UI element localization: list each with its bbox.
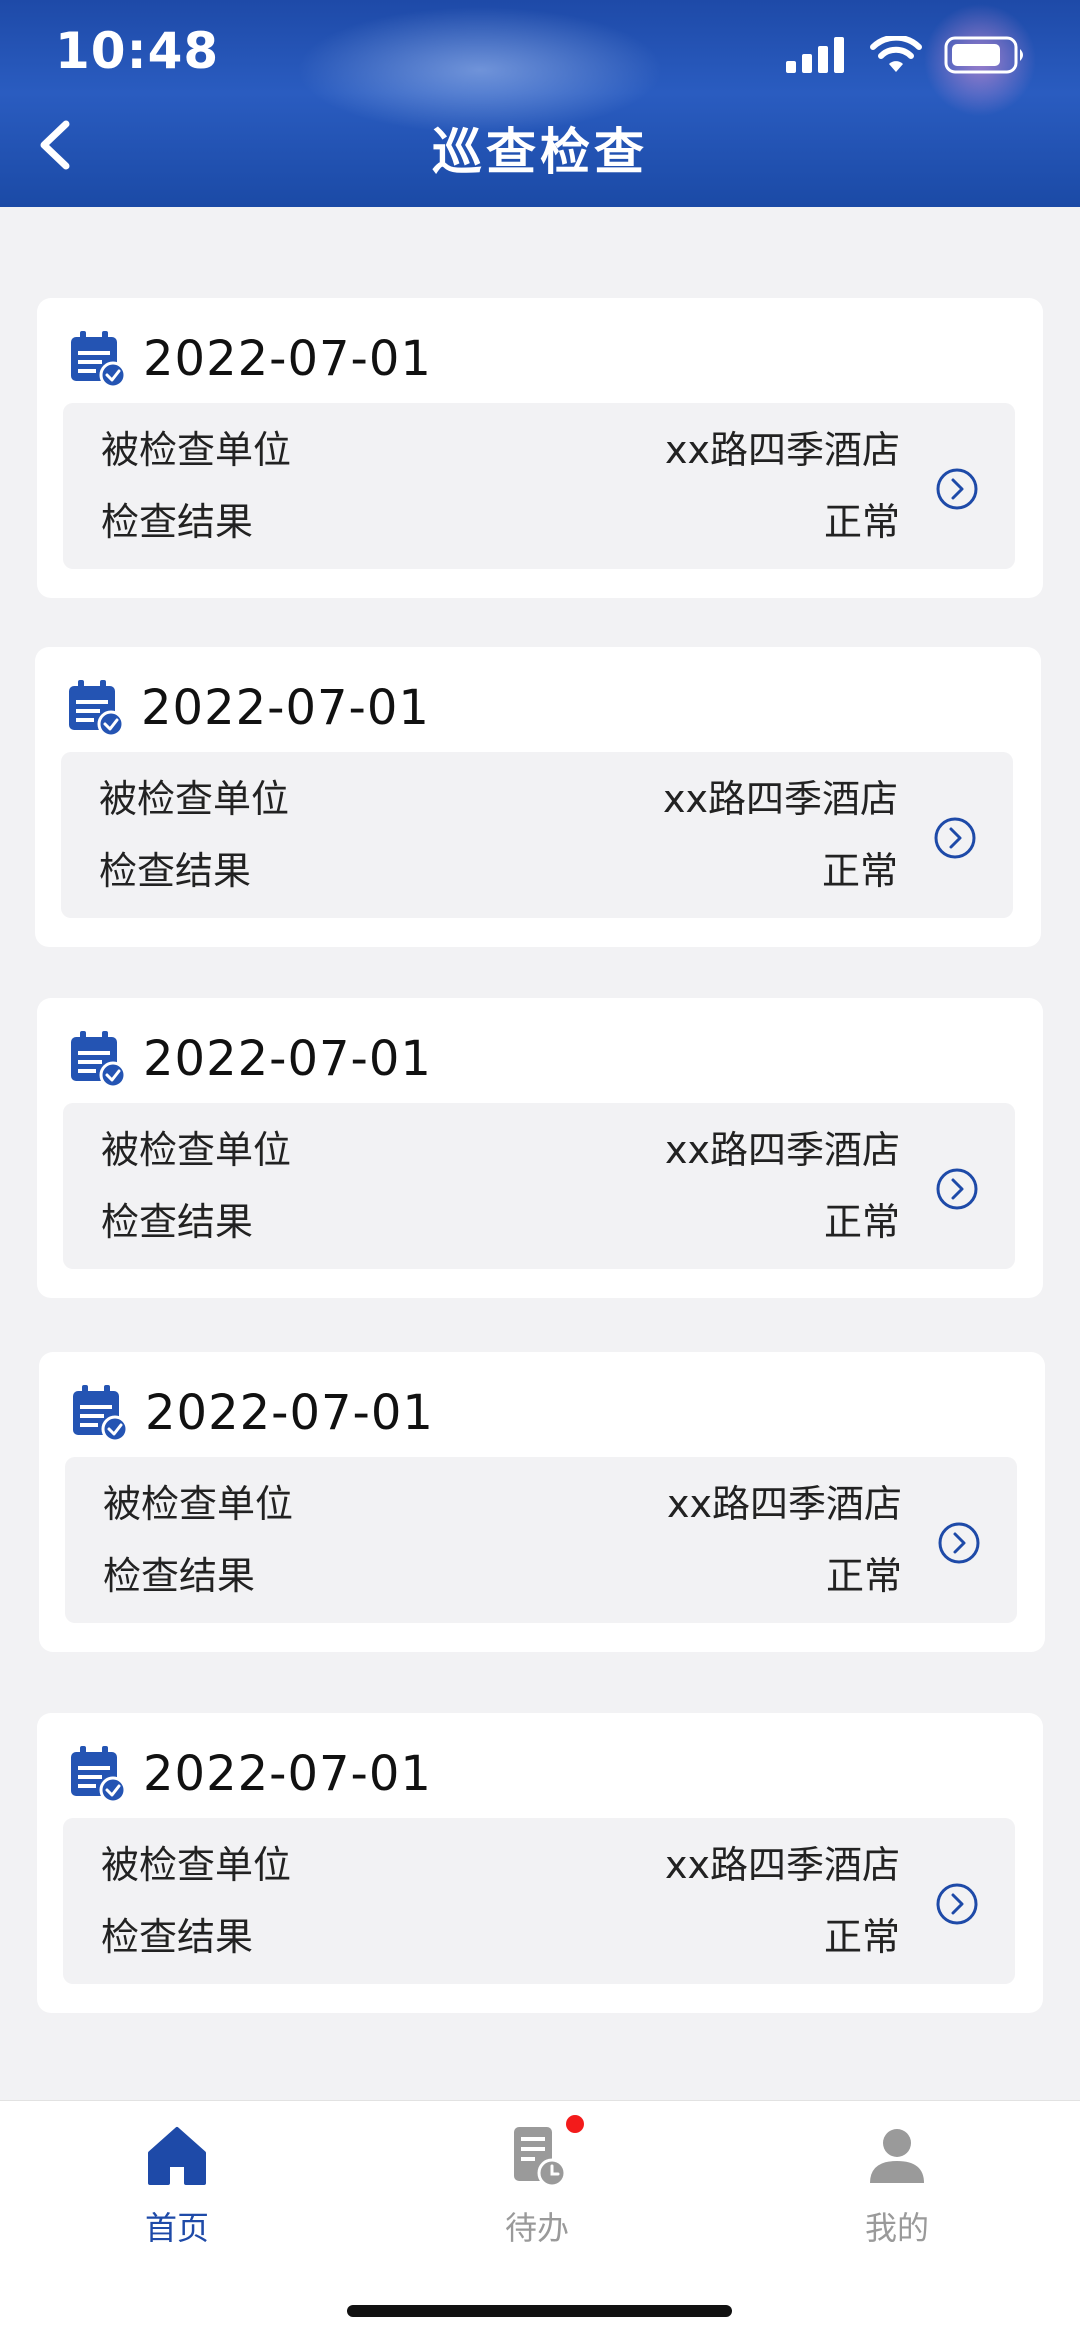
tab-todo[interactable]: 待办 bbox=[437, 2121, 637, 2251]
result-value: 正常 bbox=[825, 1554, 902, 1598]
tab-profile-label: 我的 bbox=[864, 2209, 929, 2247]
card-details: 被检查单位 xx路四季酒店 检查结果 正常 bbox=[65, 1457, 1017, 1623]
inspected-unit-value: xx路四季酒店 bbox=[665, 1128, 900, 1172]
inspection-card[interactable]: 2022-07-01 被检查单位 xx路四季酒店 检查结果 正常 bbox=[37, 998, 1043, 1298]
result-value: 正常 bbox=[823, 500, 900, 544]
result-label: 检查结果 bbox=[101, 1915, 254, 1959]
tab-profile[interactable]: 我的 bbox=[797, 2121, 997, 2251]
tab-home[interactable]: 首页 bbox=[77, 2121, 277, 2251]
card-details: 被检查单位 xx路四季酒店 检查结果 正常 bbox=[63, 1818, 1015, 1984]
inspection-card[interactable]: 2022-07-01 被检查单位 xx路四季酒店 检查结果 正常 bbox=[39, 1352, 1045, 1652]
inspection-card[interactable]: 2022-07-01 被检查单位 xx路四季酒店 检查结果 正常 bbox=[37, 1713, 1043, 2013]
inspected-unit-value: xx路四季酒店 bbox=[665, 1843, 900, 1887]
status-bar: 10:48 bbox=[0, 0, 1080, 110]
home-indicator[interactable] bbox=[347, 2305, 732, 2317]
card-header: 2022-07-01 bbox=[65, 673, 430, 743]
inspected-unit-label: 被检查单位 bbox=[103, 1482, 294, 1526]
wifi-icon bbox=[870, 36, 922, 72]
result-label: 检查结果 bbox=[101, 1200, 254, 1244]
inspected-unit-row: 被检查单位 xx路四季酒店 bbox=[63, 1119, 1015, 1179]
tab-home-label: 首页 bbox=[144, 2209, 209, 2247]
calendar-check-icon bbox=[69, 680, 125, 738]
calendar-check-icon bbox=[71, 331, 127, 389]
result-label: 检查结果 bbox=[99, 849, 252, 893]
card-details: 被检查单位 xx路四季酒店 检查结果 正常 bbox=[61, 752, 1013, 918]
calendar-check-icon bbox=[71, 1746, 127, 1804]
inspection-list: 2022-07-01 被检查单位 xx路四季酒店 检查结果 正常 2022-07… bbox=[0, 207, 1080, 2100]
status-time: 10:48 bbox=[55, 22, 220, 80]
result-row: 检查结果 正常 bbox=[63, 491, 1015, 551]
chevron-right-circle-icon[interactable] bbox=[933, 816, 977, 860]
card-header: 2022-07-01 bbox=[67, 1739, 432, 1809]
inspected-unit-value: xx路四季酒店 bbox=[663, 777, 898, 821]
chevron-right-circle-icon[interactable] bbox=[935, 1882, 979, 1926]
todo-badge bbox=[566, 2115, 584, 2133]
result-row: 检查结果 正常 bbox=[63, 1191, 1015, 1251]
calendar-check-icon bbox=[71, 1031, 127, 1089]
result-value: 正常 bbox=[823, 1200, 900, 1244]
signal-icon bbox=[786, 37, 844, 73]
result-label: 检查结果 bbox=[103, 1554, 256, 1598]
inspection-card[interactable]: 2022-07-01 被检查单位 xx路四季酒店 检查结果 正常 bbox=[35, 647, 1041, 947]
inspected-unit-label: 被检查单位 bbox=[101, 428, 292, 472]
result-row: 检查结果 正常 bbox=[63, 1906, 1015, 1966]
inspected-unit-value: xx路四季酒店 bbox=[667, 1482, 902, 1526]
result-row: 检查结果 正常 bbox=[61, 840, 1013, 900]
card-date: 2022-07-01 bbox=[145, 1385, 434, 1441]
inspected-unit-row: 被检查单位 xx路四季酒店 bbox=[65, 1473, 1017, 1533]
result-row: 检查结果 正常 bbox=[65, 1545, 1017, 1605]
result-label: 检查结果 bbox=[101, 500, 254, 544]
profile-icon bbox=[870, 2129, 924, 2183]
inspected-unit-row: 被检查单位 xx路四季酒店 bbox=[61, 768, 1013, 828]
card-date: 2022-07-01 bbox=[143, 1031, 432, 1087]
chevron-right-circle-icon[interactable] bbox=[935, 1167, 979, 1211]
header: 10:48 巡查检查 bbox=[0, 0, 1080, 207]
card-header: 2022-07-01 bbox=[67, 324, 432, 394]
card-details: 被检查单位 xx路四季酒店 检查结果 正常 bbox=[63, 1103, 1015, 1269]
inspected-unit-label: 被检查单位 bbox=[101, 1128, 292, 1172]
calendar-check-icon bbox=[73, 1385, 129, 1443]
inspected-unit-label: 被检查单位 bbox=[99, 777, 290, 821]
card-header: 2022-07-01 bbox=[69, 1378, 434, 1448]
page-title: 巡查检查 bbox=[432, 123, 648, 181]
card-details: 被检查单位 xx路四季酒店 检查结果 正常 bbox=[63, 403, 1015, 569]
inspected-unit-row: 被检查单位 xx路四季酒店 bbox=[63, 419, 1015, 479]
inspection-card[interactable]: 2022-07-01 被检查单位 xx路四季酒店 检查结果 正常 bbox=[37, 298, 1043, 598]
home-icon bbox=[148, 2127, 206, 2185]
chevron-right-circle-icon[interactable] bbox=[937, 1521, 981, 1565]
inspected-unit-label: 被检查单位 bbox=[101, 1843, 292, 1887]
result-value: 正常 bbox=[823, 1915, 900, 1959]
inspected-unit-row: 被检查单位 xx路四季酒店 bbox=[63, 1834, 1015, 1894]
card-date: 2022-07-01 bbox=[143, 1746, 432, 1802]
battery-icon bbox=[944, 36, 1023, 74]
tab-todo-label: 待办 bbox=[504, 2209, 569, 2247]
card-header: 2022-07-01 bbox=[67, 1024, 432, 1094]
card-date: 2022-07-01 bbox=[143, 331, 432, 387]
inspected-unit-value: xx路四季酒店 bbox=[665, 428, 900, 472]
card-date: 2022-07-01 bbox=[141, 680, 430, 736]
result-value: 正常 bbox=[821, 849, 898, 893]
chevron-right-circle-icon[interactable] bbox=[935, 467, 979, 511]
system-icons bbox=[786, 30, 1028, 80]
todo-icon bbox=[514, 2127, 567, 2188]
